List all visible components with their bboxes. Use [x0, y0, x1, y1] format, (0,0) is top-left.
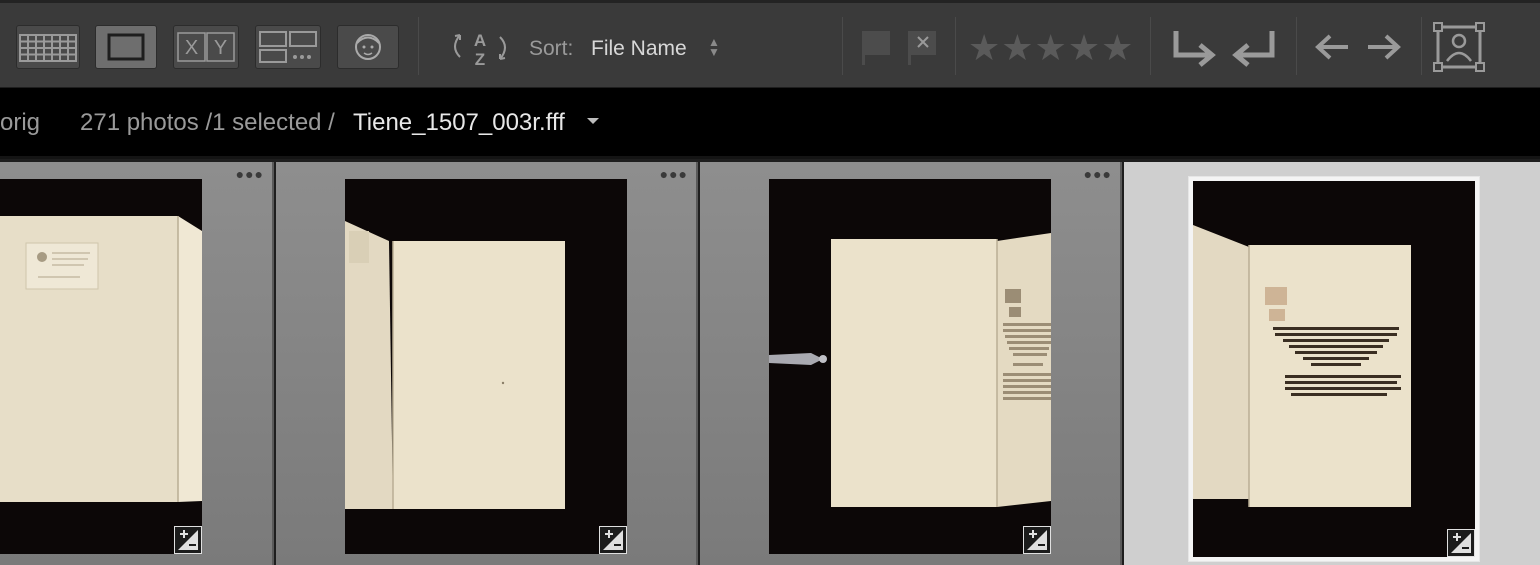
- arrow-left-icon: [1315, 34, 1348, 60]
- next-photo-button[interactable]: [1362, 29, 1404, 65]
- toolbar-divider: [418, 17, 419, 75]
- flag-reject-button[interactable]: [904, 27, 940, 67]
- star-rating[interactable]: ★★★★★: [968, 28, 1134, 68]
- photo-grid: ●●● ●●● ●●●: [0, 156, 1540, 565]
- develop-adjusted-icon: [1447, 529, 1475, 557]
- develop-badge[interactable]: [174, 526, 202, 554]
- sort-direction-button[interactable]: A Z: [446, 25, 514, 69]
- develop-adjusted-icon: [174, 526, 202, 554]
- svg-text:A: A: [474, 31, 486, 50]
- photo-count: 271 photos /1 selected /: [80, 109, 335, 136]
- survey-view-button[interactable]: [255, 25, 321, 69]
- compare-icon: X Y: [177, 32, 235, 62]
- grid-icon: [19, 34, 77, 62]
- toolbar-divider: [1150, 17, 1151, 75]
- face-icon: [355, 34, 381, 60]
- photo-cell[interactable]: ●●●: [700, 162, 1122, 565]
- people-view-button[interactable]: [337, 25, 399, 69]
- develop-adjusted-icon: [1023, 526, 1051, 554]
- grid-view-button[interactable]: [16, 25, 80, 69]
- develop-badge[interactable]: [1447, 529, 1475, 557]
- arrow-right-icon: [1368, 34, 1401, 60]
- svg-text:X: X: [185, 37, 198, 59]
- cell-options-icon[interactable]: ●●●: [1084, 166, 1112, 182]
- develop-badge[interactable]: [1023, 526, 1051, 554]
- develop-adjusted-icon: [599, 526, 627, 554]
- photo-cell-selected[interactable]: [1124, 162, 1540, 565]
- loupe-icon: [107, 33, 145, 61]
- svg-text:Z: Z: [475, 50, 485, 69]
- photo-cell[interactable]: ●●●: [276, 162, 698, 565]
- chevron-down-icon[interactable]: [586, 116, 600, 126]
- source-label[interactable]: orig: [0, 109, 40, 137]
- toolbar-divider: [955, 17, 956, 75]
- cell-options-icon[interactable]: ●●●: [660, 166, 688, 182]
- photo-cell[interactable]: ●●●: [0, 162, 274, 565]
- previous-photo-button[interactable]: [1312, 29, 1354, 65]
- library-window: X Y A Z Sort: File Name ▲ ▼ ★★★★★ orig 2…: [0, 0, 1540, 565]
- photo-thumbnail[interactable]: [1193, 181, 1475, 557]
- sort-label: Sort:: [529, 37, 574, 60]
- sort-select-arrows-icon[interactable]: ▲ ▼: [708, 36, 720, 58]
- photo-thumbnail[interactable]: [345, 179, 627, 554]
- flag-reject-icon: [908, 31, 936, 65]
- survey-icon: [259, 31, 317, 63]
- rotate-left-icon: [1173, 31, 1216, 67]
- loupe-view-button[interactable]: [95, 25, 157, 69]
- flag-pick-button[interactable]: [858, 27, 894, 67]
- rotate-left-button[interactable]: [1168, 25, 1220, 69]
- az-sort-icon: A Z: [454, 31, 506, 69]
- photo-thumbnail[interactable]: [769, 179, 1051, 554]
- develop-badge[interactable]: [599, 526, 627, 554]
- cell-options-icon[interactable]: ●●●: [236, 166, 264, 182]
- svg-text:Y: Y: [214, 37, 227, 59]
- flag-pick-icon: [862, 31, 890, 65]
- selected-filename[interactable]: Tiene_1507_003r.fff: [353, 109, 565, 137]
- rotate-right-icon: [1232, 31, 1275, 67]
- photo-thumbnail[interactable]: [0, 179, 202, 554]
- filmstrip-info-bar: orig 271 photos /1 selected / Tiene_1507…: [0, 88, 1540, 156]
- portrait-crop-icon: [1433, 22, 1485, 72]
- toolbar: X Y A Z Sort: File Name ▲ ▼ ★★★★★: [0, 0, 1540, 88]
- rotate-right-button[interactable]: [1228, 25, 1280, 69]
- toolbar-divider: [1296, 17, 1297, 75]
- portrait-crop-button[interactable]: [1432, 21, 1486, 73]
- toolbar-divider: [842, 17, 843, 75]
- sort-field-select[interactable]: File Name: [591, 37, 687, 61]
- compare-view-button[interactable]: X Y: [173, 25, 239, 69]
- toolbar-divider: [1421, 17, 1422, 75]
